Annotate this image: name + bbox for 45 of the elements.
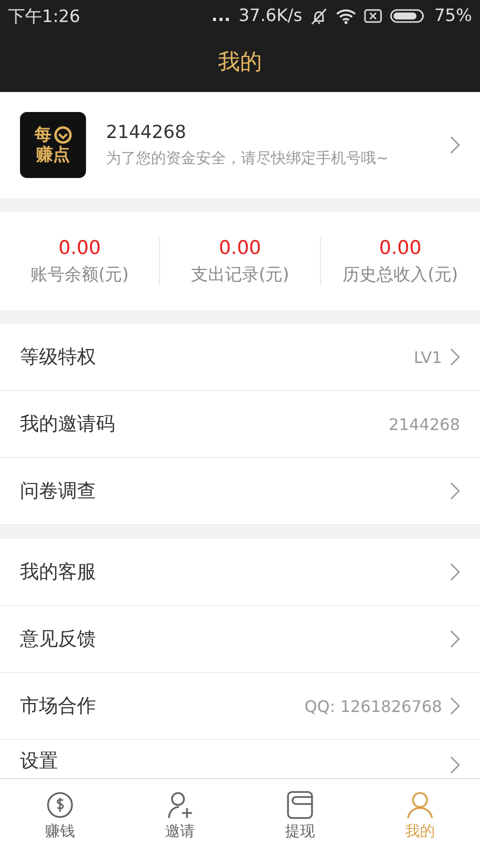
muted-bell-icon — [310, 7, 328, 25]
page-title: 我的 — [218, 49, 262, 77]
menu-label: 我的客服 — [20, 560, 96, 585]
battery-icon — [390, 8, 426, 24]
status-dots: ... — [211, 6, 231, 26]
menu-row[interactable]: 等级特权 LV1 — [0, 324, 480, 391]
menu-row[interactable]: 我的邀请码 2144268 — [0, 391, 480, 458]
stat-value: 0.00 — [379, 236, 422, 258]
stat-value: 0.00 — [58, 236, 101, 258]
user-id: 2144268 — [106, 122, 188, 143]
status-time: 下午1:26 — [8, 6, 80, 28]
menu-label: 意见反馈 — [20, 627, 96, 652]
menu-label: 设置 — [20, 749, 58, 774]
wifi-icon — [336, 8, 356, 24]
battery-percent: 75% — [434, 6, 472, 26]
menu-row[interactable]: 设置 — [0, 740, 480, 778]
wallet-icon — [286, 791, 314, 819]
person-icon — [406, 791, 434, 819]
menu-label: 问卷调查 — [20, 479, 96, 504]
stat-item[interactable]: 0.00 支出记录(元) — [159, 236, 320, 286]
sim-card-icon — [364, 8, 382, 24]
menu-value: QQ: 1261826768 — [304, 696, 442, 716]
stat-item[interactable]: 0.00 历史总收入(元) — [320, 236, 480, 286]
logo-text: 赚点 — [36, 146, 70, 164]
profile-card[interactable]: 每 赚点 2144268 为了您的资金安全，请尽快绑定手机号哦~ — [0, 92, 480, 198]
logo-text: 每 — [34, 126, 52, 144]
menu-row[interactable]: 市场合作 QQ: 1261826768 — [0, 673, 480, 740]
menu-row[interactable]: 意见反馈 — [0, 606, 480, 673]
menu-value: LV1 — [414, 348, 442, 366]
stat-label: 历史总收入(元) — [342, 264, 458, 286]
menu-value: 2144268 — [388, 414, 460, 434]
stat-label: 支出记录(元) — [190, 264, 290, 286]
network-speed: 37.6K/s — [238, 6, 302, 26]
menu-label: 市场合作 — [20, 694, 96, 719]
stat-item[interactable]: 0.00 账号余额(元) — [0, 236, 160, 286]
stat-value: 0.00 — [218, 236, 262, 258]
bind-phone-notice: 为了您的资金安全，请尽快绑定手机号哦~ — [106, 149, 390, 168]
menu-row[interactable]: 我的客服 — [0, 539, 480, 606]
coin-icon — [54, 126, 72, 144]
add-person-icon — [166, 791, 194, 819]
menu-label: 等级特权 — [20, 345, 96, 370]
chevron-right-icon — [450, 136, 460, 154]
stat-label: 账号余额(元) — [30, 264, 129, 286]
dollar-coin-icon — [46, 791, 74, 819]
menu-label: 我的邀请码 — [20, 412, 115, 437]
